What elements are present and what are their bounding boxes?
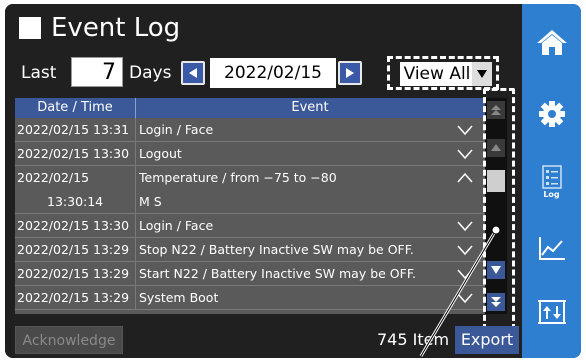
row-event: Login / Face [139, 122, 214, 137]
home-icon [536, 30, 567, 55]
table-header: Date / Time Event [15, 98, 485, 118]
arrow-right-icon [346, 68, 354, 78]
table-row[interactable]: 2022/02/15 Temperature / from −75 to −80 [15, 166, 485, 190]
item-count: 745 Item [377, 330, 450, 349]
sidebar: Log [522, 4, 581, 358]
event-log-screen: Event Log Last 7 Days 2022/02/15 View Al… [5, 4, 581, 358]
column-header-datetime: Date / Time [37, 100, 113, 115]
table-row[interactable]: 2022/02/15 13:30 Logout [15, 142, 485, 166]
row-event: Login / Face [139, 218, 214, 233]
view-filter-dropdown[interactable]: View All [387, 56, 499, 90]
sidebar-item-settings[interactable] [530, 94, 573, 134]
table-row[interactable]: 2022/02/15 13:29 Stop N22 / Battery Inact… [15, 238, 485, 262]
chevron-down-icon[interactable] [457, 290, 473, 306]
scroll-highlight-frame [483, 88, 515, 330]
table-row[interactable]: 13:30:14 M S [15, 190, 485, 214]
page-title: Event Log [15, 8, 180, 48]
footer-bar: Acknowledge 745 Item Export [15, 326, 519, 354]
row-datetime: 2022/02/15 13:31 [17, 122, 130, 137]
row-datetime: 2022/02/15 [17, 170, 90, 185]
event-table: Date / Time Event 2022/02/15 13:31 Login … [15, 98, 485, 314]
sidebar-item-log[interactable]: Log [530, 162, 573, 202]
row-event: M S [139, 194, 162, 209]
row-datetime: 2022/02/15 13:29 [17, 266, 130, 281]
sidebar-log-caption: Log [543, 190, 560, 199]
row-event: Temperature / from −75 to −80 [139, 170, 337, 185]
view-filter-value: View All [400, 62, 474, 86]
row-event: Logout [139, 146, 182, 161]
page-title-text: Event Log [51, 13, 181, 43]
main-panel: Event Log Last 7 Days 2022/02/15 View Al… [5, 4, 522, 358]
days-input[interactable]: 7 [71, 57, 123, 87]
title-square-icon [19, 17, 41, 39]
acknowledge-button[interactable]: Acknowledge [15, 326, 123, 354]
row-event: System Boot [139, 290, 219, 305]
export-button[interactable]: Export [455, 326, 519, 354]
chevron-down-icon[interactable] [457, 266, 473, 282]
row-datetime: 2022/02/15 13:29 [17, 242, 130, 257]
row-event: Stop N22 / Battery Inactive SW may be OF… [139, 242, 414, 257]
prev-date-button[interactable] [181, 61, 205, 85]
graph-icon [538, 237, 565, 260]
column-header-event: Event [291, 100, 329, 115]
chevron-up-icon[interactable] [457, 170, 473, 186]
chevron-down-icon[interactable] [457, 218, 473, 234]
sidebar-item-graph[interactable] [530, 228, 573, 268]
next-date-button[interactable] [338, 61, 362, 85]
row-datetime: 2022/02/15 13:29 [17, 290, 130, 305]
table-row[interactable]: 2022/02/15 13:29 System Boot [15, 286, 485, 310]
last-label: Last [21, 63, 57, 83]
chevron-down-icon[interactable] [457, 146, 473, 162]
gear-icon [538, 101, 565, 127]
sidebar-item-sort[interactable] [530, 292, 573, 332]
chevron-down-icon [477, 70, 487, 78]
days-label: Days [129, 63, 172, 83]
arrow-left-icon [189, 68, 197, 78]
dropdown-button[interactable] [472, 62, 492, 86]
sort-icon [537, 300, 566, 324]
row-datetime: 2022/02/15 13:30 [17, 146, 130, 161]
table-row[interactable]: 2022/02/15 13:29 Start N22 / Battery Inac… [15, 262, 485, 286]
table-row[interactable]: 2022/02/15 13:31 Login / Face [15, 118, 485, 142]
table-row[interactable]: 2022/02/15 13:30 Login / Face [15, 214, 485, 238]
date-field[interactable]: 2022/02/15 [210, 58, 336, 88]
filter-controls: Last 7 Days 2022/02/15 View All [15, 56, 515, 90]
chevron-down-icon[interactable] [457, 122, 473, 138]
row-event: Start N22 / Battery Inactive SW may be O… [139, 266, 416, 281]
row-datetime: 2022/02/15 13:30 [17, 218, 130, 233]
sidebar-item-home[interactable] [530, 22, 573, 62]
log-icon [541, 165, 562, 189]
chevron-down-icon[interactable] [457, 242, 473, 258]
